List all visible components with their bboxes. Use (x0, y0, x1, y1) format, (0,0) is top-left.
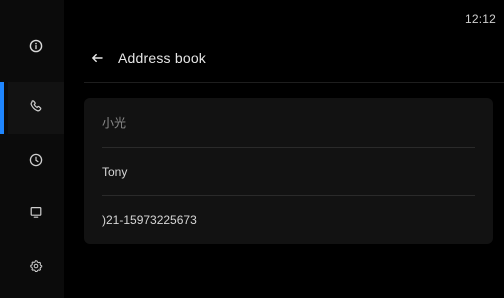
contact-name: Tony (102, 165, 128, 179)
contact-phone: )21-15973225673 (102, 213, 197, 227)
nav-recent[interactable] (8, 136, 64, 188)
contact-group-label: 小光 (102, 115, 127, 130)
status-time: 12:12 (464, 12, 496, 26)
settings-icon (29, 259, 43, 278)
contact-group-row: 小光 (102, 98, 475, 146)
contact-name-row[interactable]: Tony (102, 148, 475, 196)
arrow-left-icon (90, 51, 104, 65)
page-title: Address book (118, 50, 207, 66)
header-divider (84, 82, 504, 83)
screen-icon (29, 205, 43, 224)
screen: 12:12 Address book 小光 Tony )21-159732256… (0, 0, 504, 298)
back-button[interactable] (90, 51, 104, 65)
nav-screen[interactable] (8, 188, 64, 240)
nav-settings[interactable] (8, 242, 64, 294)
clock-icon (29, 153, 43, 172)
phone-icon (29, 99, 43, 118)
nav-info[interactable] (8, 22, 64, 74)
nav-phone[interactable] (0, 82, 64, 134)
nav-rail (0, 0, 64, 298)
contact-phone-row[interactable]: )21-15973225673 (102, 196, 475, 244)
contact-card: 小光 Tony )21-15973225673 (84, 98, 493, 244)
page-header: Address book (90, 46, 206, 70)
info-icon (29, 39, 43, 58)
